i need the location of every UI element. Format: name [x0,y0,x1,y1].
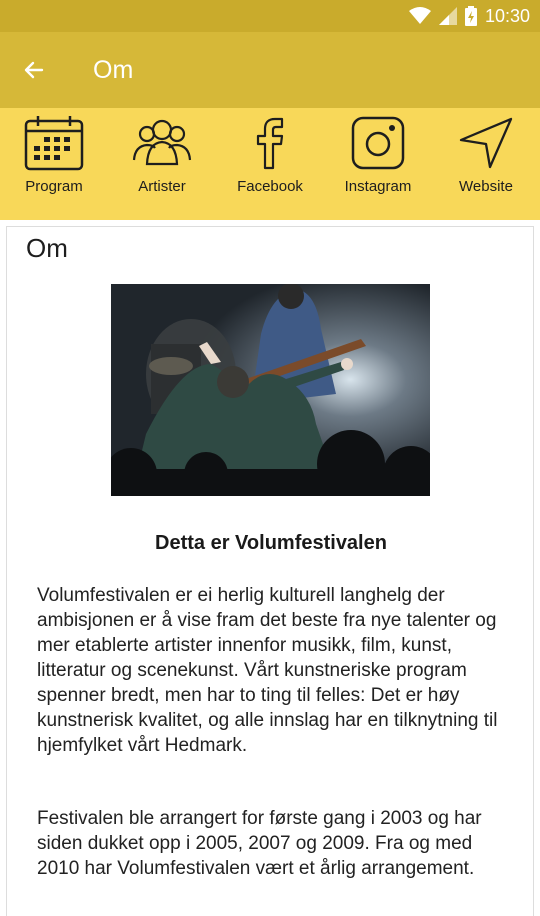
paragraph-history: Festivalen ble arrangert for første gang… [37,808,482,879]
status-bar: 10:30 [0,0,540,32]
festival-photo [111,284,430,496]
back-arrow-icon [24,61,44,79]
facebook-icon [256,117,284,170]
app-bar: Om [0,32,540,108]
article-heading: Detta er Volumfestivalen [155,532,387,554]
nav-label-facebook: Facebook [237,178,303,195]
page-title: Om [26,233,68,263]
paragraph-intro: Volumfestivalen er ei herlig kulturell l… [37,585,498,756]
nav-label-instagram: Instagram [344,178,412,195]
wifi-icon [408,7,431,24]
status-icons: 10:30 [408,4,530,28]
instagram-icon [351,116,405,170]
battery-icon [464,6,477,26]
back-button[interactable] [14,52,54,88]
status-time: 10:30 [484,5,530,26]
shortcut-nav: Program Artister Facebook Instagram Webs… [0,108,540,220]
nav-label-artister: Artister [138,178,186,195]
nav-instagram[interactable]: Instagram [328,108,428,195]
nav-label-website: Website [459,178,513,195]
signal-icon [438,7,457,25]
content-card: Om Detta er Volumfestivalen Volumfestiva… [6,226,534,916]
nav-label-program: Program [25,178,83,195]
nav-artister[interactable]: Artister [112,108,212,195]
nav-facebook[interactable]: Facebook [220,108,320,195]
nav-program[interactable]: Program [4,108,104,195]
navigation-arrow-icon [459,117,513,169]
calendar-icon [24,116,84,171]
nav-website[interactable]: Website [436,108,536,195]
app-bar-title: Om [93,56,134,84]
people-icon [132,119,192,166]
